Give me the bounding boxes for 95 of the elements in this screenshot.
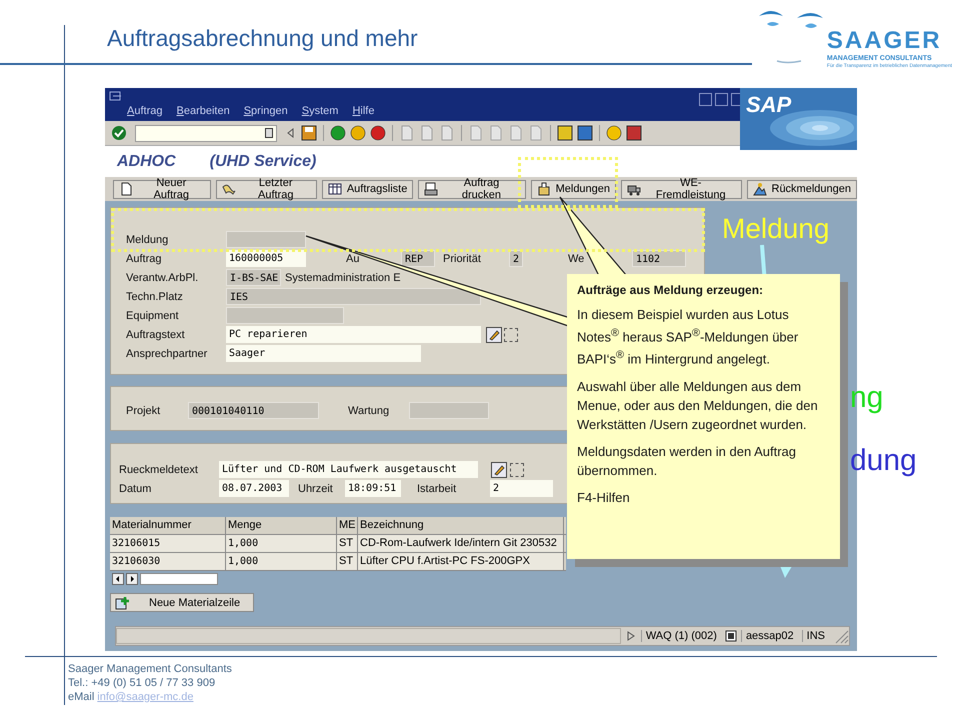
email-label: eMail bbox=[68, 690, 94, 704]
toolbar-button[interactable]: Rückmeldungen bbox=[746, 180, 857, 198]
command-field[interactable] bbox=[135, 124, 277, 142]
scroll-left-icon[interactable] bbox=[112, 572, 124, 584]
column-header[interactable]: Materialnummer bbox=[110, 517, 226, 534]
save-icon[interactable] bbox=[301, 125, 317, 141]
field-label: Uhrzeit bbox=[298, 482, 334, 494]
input-field[interactable]: Saager bbox=[226, 345, 421, 362]
phone-number: Tel.: +49 (0) 51 05 / 77 33 909 bbox=[68, 676, 216, 690]
display-field: 2 bbox=[509, 250, 523, 267]
input-field[interactable]: 08.07.2003 bbox=[219, 480, 289, 497]
callout-paragraph: Meldungsdaten werden in den Auftrag übernommen. bbox=[577, 442, 797, 480]
field-label: Auftrag bbox=[126, 252, 162, 264]
minimize-icon[interactable] bbox=[699, 93, 712, 106]
scroll-icon bbox=[222, 182, 236, 196]
edit-icon[interactable] bbox=[491, 462, 507, 478]
menu-item[interactable]: Bearbeiten bbox=[176, 105, 230, 117]
input-mode: INS bbox=[802, 630, 829, 642]
field-label: Projekt bbox=[126, 404, 162, 416]
printer-icon bbox=[424, 182, 438, 196]
display-field: 000101040110 bbox=[188, 402, 319, 419]
toolbar-button[interactable]: Letzter Auftrag bbox=[216, 180, 317, 198]
column-header[interactable]: Bezeichnung bbox=[358, 517, 564, 534]
field-label: Auftragstext bbox=[126, 328, 186, 340]
field-label: Priorität bbox=[443, 252, 482, 264]
logo-name: SAAGER bbox=[826, 28, 943, 54]
column-header[interactable]: ME bbox=[337, 517, 358, 534]
table-cell: 32106015 bbox=[110, 535, 226, 552]
field-label: Ansprechpartner bbox=[126, 348, 208, 360]
toolbar-button[interactable]: Neuer Auftrag bbox=[113, 180, 211, 198]
document-icon bbox=[119, 182, 133, 196]
display-field: I-BS-SAE bbox=[226, 269, 281, 286]
toolbar-button[interactable]: WE-Fremdleistung bbox=[621, 180, 742, 198]
table-cell: CD-Rom-Laufwerk Ide/intern Git 230532 bbox=[358, 535, 564, 552]
field-label: Rueckmeldetext bbox=[119, 464, 199, 476]
checkbox[interactable] bbox=[510, 462, 524, 476]
field-label: We bbox=[568, 252, 586, 264]
screen-title: ADHOC bbox=[117, 152, 176, 170]
table-cell: 1,000 bbox=[226, 535, 337, 552]
input-field[interactable]: Lüfter und CD-ROM Laufwerk ausgetauscht bbox=[219, 461, 478, 478]
input-field[interactable]: PC reparieren bbox=[226, 326, 481, 343]
display-field: IES bbox=[226, 288, 481, 305]
toolbar-button[interactable]: Auftragsliste bbox=[322, 180, 414, 198]
field-label: Equipment bbox=[126, 310, 180, 322]
field-label: Verantw.ArbPl. bbox=[126, 272, 200, 284]
resize-grip-icon[interactable] bbox=[833, 628, 849, 644]
field-label: Techn.Platz bbox=[126, 290, 184, 302]
table-icon bbox=[328, 182, 342, 196]
system-menu-icon[interactable] bbox=[109, 91, 123, 103]
field-label: Wartung bbox=[348, 404, 390, 416]
list-icon[interactable] bbox=[724, 630, 737, 642]
field-label: Datum bbox=[119, 482, 152, 494]
plus-icon bbox=[115, 596, 129, 610]
table-cell: ST bbox=[337, 535, 358, 552]
scrollbar[interactable] bbox=[140, 572, 218, 584]
edit-icon[interactable] bbox=[486, 326, 502, 342]
annotation-label: ng bbox=[850, 383, 884, 413]
check-icon[interactable] bbox=[111, 125, 127, 141]
field-label: Systemadministration E bbox=[285, 272, 401, 284]
system-info: WAQ (1) (002) bbox=[640, 630, 721, 642]
expand-icon[interactable] bbox=[624, 630, 637, 642]
input-field[interactable]: 18:09:51 bbox=[345, 480, 401, 497]
toolbar-button[interactable]: Meldungen bbox=[530, 180, 616, 198]
slide-title: Auftragsabrechnung und mehr bbox=[107, 24, 418, 52]
display-field: 1102 bbox=[632, 250, 686, 267]
table-cell: 32106030 bbox=[110, 553, 226, 570]
scroll-right-icon[interactable] bbox=[126, 572, 138, 584]
input-field[interactable]: 2 bbox=[490, 480, 553, 497]
table-cell: ST bbox=[337, 553, 358, 570]
table-cell: 1,000 bbox=[226, 553, 337, 570]
company-name: Saager Management Consultants bbox=[68, 662, 233, 676]
table-cell: Lüfter CPU f.Artist-PC FS-200GPX bbox=[358, 553, 564, 570]
callout-paragraph: Auswahl über alle Meldungen aus dem Menue, oder aus den Meldungen, die den Werkstätten /Usern zugeordnet wurden. bbox=[577, 378, 819, 434]
menu-item[interactable]: System bbox=[302, 105, 338, 117]
new-row-button[interactable]: Neue Materialzeile bbox=[110, 593, 254, 612]
mountain-icon bbox=[752, 182, 766, 196]
screen-title: (UHD Service) bbox=[210, 152, 316, 170]
callout-paragraph: In diesem Beispiel wurden aus Lotus Notes$^{®}$ heraus SAP$^{®}$-Meldungen über BAPI‘s$^{®}$ im Hintergrund angelegt. bbox=[577, 306, 800, 369]
input-field[interactable]: 160000005 bbox=[226, 250, 306, 267]
menu-item[interactable]: Hilfe bbox=[352, 105, 374, 117]
checkbox[interactable] bbox=[504, 328, 518, 342]
menu-item[interactable]: Auftrag bbox=[127, 105, 162, 117]
tray-icon bbox=[536, 182, 551, 196]
annotation-label: Meldung bbox=[722, 215, 830, 243]
display-field: REP bbox=[401, 250, 435, 267]
callout-paragraph: F4-Hilfen bbox=[577, 488, 631, 507]
field-label: Au bbox=[346, 252, 360, 264]
callout-title: Aufträge aus Meldung erzeugen: bbox=[577, 283, 764, 297]
toolbar-button[interactable]: Auftrag drucken bbox=[418, 180, 526, 198]
column-header[interactable]: Menge bbox=[226, 517, 337, 534]
logo-text: SAP bbox=[746, 92, 792, 118]
server-name: aessap02 bbox=[740, 630, 798, 642]
field-label: Meldung bbox=[126, 234, 170, 246]
field-label: Istarbeit bbox=[417, 482, 458, 494]
menu-item[interactable]: Springen bbox=[244, 105, 288, 117]
